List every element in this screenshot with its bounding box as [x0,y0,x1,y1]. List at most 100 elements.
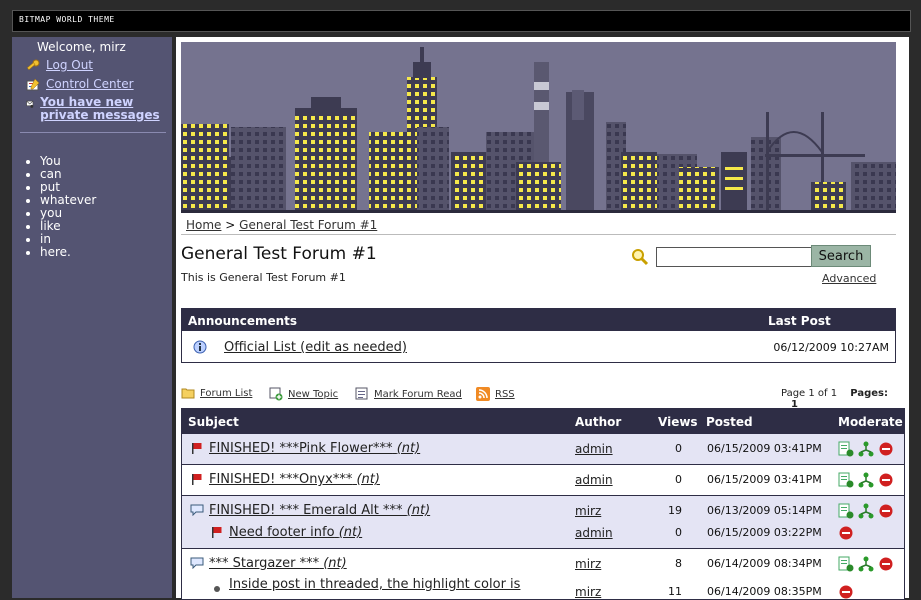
control-center-link-row[interactable]: Control Center [26,77,134,92]
skyline-image [181,42,896,213]
views-count: 8 [675,557,682,570]
rss-action[interactable]: RSS [476,387,515,401]
delete-icon[interactable] [878,556,894,572]
forum-toolbar: Forum List New Topic Mark Forum Read RSS… [181,385,901,410]
pagination: Page 1 of 1 Pages: 1 [781,388,901,410]
announcements-table: Announcements Last Post Official List (e… [181,308,896,363]
delete-icon[interactable] [838,525,854,541]
rss-icon [476,387,490,401]
delete-icon[interactable] [878,503,894,519]
private-messages-link[interactable]: You have new private messages [40,96,166,122]
views-count: 0 [675,442,682,455]
table-row: *** Stargazer *** (nt) mirz 8 06/14/2009… [182,553,904,575]
topic-link[interactable]: FINISHED! *** Emerald Alt *** (nt) [209,503,430,518]
views-header: Views [658,415,698,429]
views-count: 19 [668,504,682,517]
edit-document-icon[interactable] [838,441,854,457]
forum-list-link[interactable]: Forum List [200,388,252,399]
pencil-card-icon [26,78,40,91]
author-header: Author [575,415,622,429]
announcement-date: 06/12/2009 10:27AM [773,341,889,354]
move-thread-icon[interactable] [858,441,874,457]
logout-link[interactable]: Log Out [46,58,93,72]
speech-bubble-icon [190,557,204,569]
top-title-bar: BITMAP WORLD THEME [12,10,911,32]
last-post-header-label: Last Post [768,314,831,328]
search-button[interactable]: Search [811,245,871,267]
theme-title: BITMAP WORLD THEME [19,15,115,24]
new-topic-action[interactable]: New Topic [269,387,338,401]
announcements-header-label: Announcements [188,314,298,328]
moderate-header: Moderate [838,415,903,429]
new-topic-link[interactable]: New Topic [288,389,338,400]
topic-group: FINISHED! ***Pink Flower*** (nt) admin 0… [182,433,904,465]
topic-link[interactable]: FINISHED! ***Onyx*** (nt) [209,472,380,487]
delete-icon[interactable] [878,441,894,457]
search-input[interactable] [656,247,812,267]
breadcrumb-forum-link[interactable]: General Test Forum #1 [239,218,377,232]
moderate-actions [838,556,898,572]
bullet-icon [214,586,220,592]
moderate-actions [838,441,898,457]
topic-link[interactable]: Need footer info (nt) [229,525,362,540]
views-count: 0 [675,473,682,486]
list-item: here. [40,246,96,259]
topic-link[interactable]: FINISHED! ***Pink Flower*** (nt) [209,441,420,456]
moderate-actions [838,503,898,519]
moderate-actions [838,472,898,488]
edit-document-icon[interactable] [838,556,854,572]
forum-list-action[interactable]: Forum List [181,387,252,399]
author-link[interactable]: admin [575,473,613,487]
move-thread-icon[interactable] [858,503,874,519]
breadcrumb-home-link[interactable]: Home [186,218,221,232]
mark-read-icon [355,387,368,400]
breadcrumb: Home > General Test Forum #1 [186,218,377,232]
breadcrumb-separator: > [225,218,236,232]
author-link[interactable]: mirz [575,504,601,518]
topic-group: FINISHED! ***Onyx*** (nt) admin 0 06/15/… [182,464,904,496]
page-title: General Test Forum #1 [181,244,377,264]
private-messages-link-row[interactable]: You have new private messages [26,96,166,122]
move-thread-icon[interactable] [858,472,874,488]
author-link[interactable]: admin [575,526,613,540]
table-row: Official List (edit as needed) 06/12/200… [182,332,895,362]
sidebar-divider [20,132,166,133]
mail-icon [26,100,34,108]
flag-icon [192,474,202,485]
info-icon [193,340,207,354]
rss-link[interactable]: RSS [495,389,515,400]
views-count: 0 [675,526,682,539]
welcome-text: Welcome, mirz [37,40,126,54]
control-center-link[interactable]: Control Center [46,77,134,91]
announcement-link[interactable]: Official List (edit as needed) [224,340,407,355]
moderate-actions [838,525,858,541]
posted-header: Posted [706,415,753,429]
flag-icon [212,527,222,538]
posted-date: 06/14/2009 08:35PM [707,585,822,598]
mark-read-action[interactable]: Mark Forum Read [355,387,462,401]
edit-document-icon[interactable] [838,472,854,488]
topic-link[interactable]: Inside post in threaded, the highlight c… [229,577,520,592]
delete-icon[interactable] [878,472,894,488]
subject-header: Subject [188,415,239,429]
edit-document-icon[interactable] [838,503,854,519]
author-link[interactable]: admin [575,442,613,456]
page-info: Page 1 of 1 [781,388,838,399]
breadcrumb-divider [181,234,896,235]
posted-date: 06/13/2009 05:14PM [707,504,822,517]
mark-forum-read-link[interactable]: Mark Forum Read [374,389,462,400]
sidebar: Welcome, mirz Log Out Control Center You… [12,37,172,598]
table-row: FINISHED! ***Pink Flower*** (nt) admin 0… [182,438,904,460]
advanced-search-link[interactable]: Advanced [822,272,876,285]
author-link[interactable]: mirz [575,557,601,571]
logout-link-row[interactable]: Log Out [26,58,93,73]
announcements-header: Announcements Last Post [182,309,895,331]
move-thread-icon[interactable] [858,556,874,572]
posted-date: 06/14/2009 08:34PM [707,557,822,570]
main-content: Home > General Test Forum #1 General Tes… [176,37,909,600]
topics-header: Subject Author Views Posted Moderate [182,409,904,433]
sidebar-custom-list: You can put whatever you like in here. [22,155,96,259]
author-link[interactable]: mirz [575,585,601,599]
topic-link[interactable]: *** Stargazer *** (nt) [209,556,347,571]
posted-date: 06/15/2009 03:22PM [707,526,822,539]
